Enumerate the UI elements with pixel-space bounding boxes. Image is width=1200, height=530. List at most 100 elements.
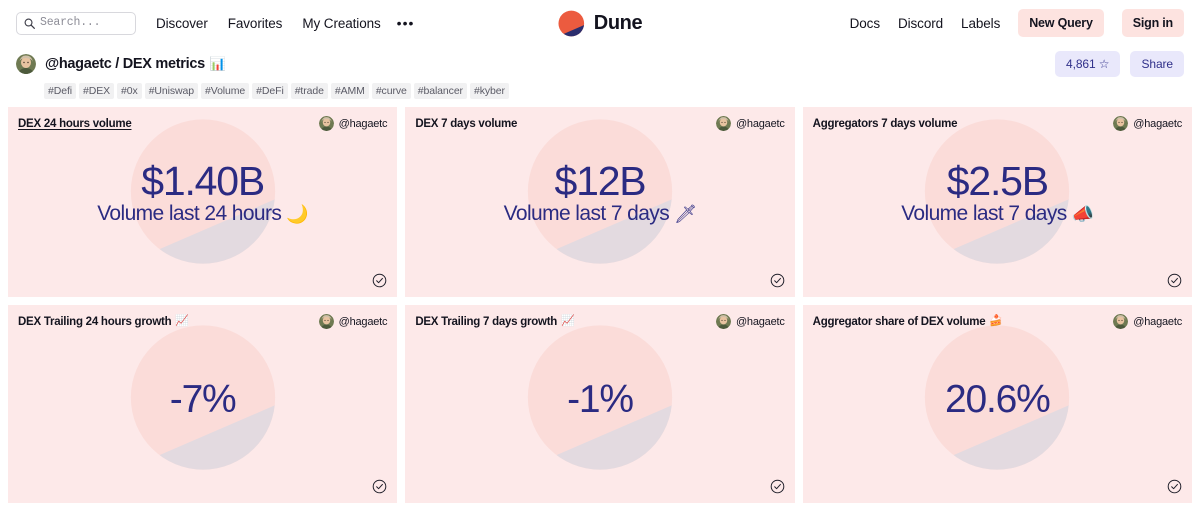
card-header: Aggregators 7 days volume @hagaetc	[803, 107, 1192, 131]
dashboard-actions: 4,861 ☆ Share	[1055, 50, 1184, 77]
check-circle-icon[interactable]	[1167, 479, 1182, 494]
counter-value: $12B	[554, 157, 647, 204]
card-author-name: @hagaetc	[1133, 117, 1182, 130]
brand-logo-link[interactable]: Dune	[558, 10, 643, 37]
new-query-button[interactable]: New Query	[1018, 9, 1104, 37]
counter-value: $2.5B	[946, 157, 1049, 204]
counter-label: Volume last 7 days 📣	[901, 201, 1094, 226]
card-title[interactable]: Aggregators 7 days volume	[813, 118, 962, 130]
metric-card[interactable]: DEX 24 hours volume @hagaetc $1.40B Volu…	[8, 107, 398, 297]
tag-item[interactable]: #0x	[117, 83, 142, 99]
card-title-text: DEX 7 days volume	[415, 117, 518, 130]
brand-name: Dune	[593, 11, 643, 34]
tag-item[interactable]: #kyber	[469, 83, 509, 99]
tag-item[interactable]: #DEX	[79, 83, 115, 99]
card-author[interactable]: @hagaetc	[1113, 314, 1182, 329]
star-count-button[interactable]: 4,861 ☆	[1055, 50, 1121, 77]
tag-item[interactable]: #DeFi	[252, 83, 288, 99]
check-circle-icon[interactable]	[770, 273, 785, 288]
metric-card[interactable]: DEX Trailing 24 hours growth 📈 @hagaetc …	[8, 305, 398, 503]
page-title-text: @hagaetc / DEX metrics	[45, 55, 205, 72]
tag-item[interactable]: #curve	[371, 83, 411, 99]
card-author-name: @hagaetc	[338, 117, 388, 130]
avatar[interactable]	[16, 53, 36, 74]
counter-label-emoji-icon: 🌙	[286, 204, 309, 225]
card-title-emoji-icon: 📈	[175, 315, 189, 327]
nav-link-discord[interactable]: Discord	[898, 16, 943, 31]
search-placeholder: Search...	[40, 16, 101, 30]
sign-in-button[interactable]: Sign in	[1121, 9, 1184, 37]
counter-label-text: Volume last 7 days	[901, 201, 1067, 225]
counter-value: -7%	[169, 377, 237, 421]
nav-link-labels[interactable]: Labels	[961, 16, 1000, 31]
nav-more-icon[interactable]: •••	[397, 15, 415, 31]
tag-list: #Defi #DEX #0x #Uniswap #Volume #DeFi #t…	[0, 78, 1200, 100]
counter-value: 20.6%	[945, 377, 1051, 421]
dune-watermark-icon	[129, 324, 277, 477]
share-button[interactable]: Share	[1130, 50, 1184, 77]
card-title-text: Aggregators 7 days volume	[812, 117, 958, 130]
nav-link-my-creations[interactable]: My Creations	[302, 16, 380, 31]
card-header: Aggregator share of DEX volume 🍰 @hagaet…	[803, 305, 1192, 329]
nav-link-discover[interactable]: Discover	[156, 16, 208, 31]
card-title[interactable]: Aggregator share of DEX volume 🍰	[813, 316, 1003, 328]
counter-label: Volume last 24 hours 🌙	[97, 201, 309, 226]
dune-logo-icon	[558, 10, 585, 37]
metric-card[interactable]: Aggregators 7 days volume @hagaetc $2.5B…	[802, 107, 1192, 297]
check-circle-icon[interactable]	[770, 479, 785, 494]
card-header: DEX Trailing 24 hours growth 📈 @hagaetc	[8, 305, 397, 329]
dune-watermark-icon	[129, 118, 277, 271]
nav-link-docs[interactable]: Docs	[850, 16, 880, 31]
dashboard-header: @hagaetc / DEX metrics 📊 4,861 ☆ Share	[0, 46, 1200, 78]
card-counter: $1.40B Volume last 24 hours 🌙	[8, 107, 397, 297]
avatar	[715, 314, 731, 329]
card-title[interactable]: DEX 7 days volume	[415, 118, 521, 130]
tag-item[interactable]: #Uniswap	[144, 83, 198, 99]
tag-item[interactable]: #AMM	[330, 83, 369, 99]
counter-label-text: Volume last 24 hours	[97, 201, 282, 225]
card-title-text: DEX Trailing 7 days growth	[415, 315, 558, 328]
counter-label-emoji-icon: 📣	[1071, 204, 1094, 225]
card-title-text: Aggregator share of DEX volume	[812, 315, 986, 328]
metric-card[interactable]: DEX Trailing 7 days growth 📈 @hagaetc -1…	[405, 305, 795, 503]
check-circle-icon[interactable]	[1167, 273, 1182, 288]
card-author[interactable]: @hagaetc	[318, 116, 388, 131]
card-title-text: DEX 24 hours volume	[18, 117, 132, 130]
card-title[interactable]: DEX 24 hours volume	[18, 118, 135, 130]
avatar	[318, 116, 334, 131]
card-author-name: @hagaetc	[338, 315, 388, 328]
metric-card[interactable]: DEX 7 days volume @hagaetc $12B Volume l…	[405, 107, 795, 297]
card-title-text: DEX Trailing 24 hours growth	[18, 315, 172, 328]
avatar	[1113, 116, 1129, 131]
tag-item[interactable]: #trade	[290, 83, 328, 99]
search-icon	[24, 18, 35, 29]
card-header: DEX 7 days volume @hagaetc	[405, 107, 794, 131]
dune-watermark-icon	[923, 324, 1071, 477]
card-author-name: @hagaetc	[735, 117, 785, 130]
card-author[interactable]: @hagaetc	[318, 314, 388, 329]
nav-right-group: Docs Discord Labels New Query Sign in	[850, 9, 1184, 37]
card-title[interactable]: DEX Trailing 24 hours growth 📈	[18, 316, 189, 328]
card-counter: -1%	[405, 305, 794, 503]
metric-card[interactable]: Aggregator share of DEX volume 🍰 @hagaet…	[802, 305, 1192, 503]
counter-value: -1%	[567, 377, 634, 421]
card-author-name: @hagaetc	[735, 315, 785, 328]
card-title-emoji-icon: 📈	[561, 315, 575, 327]
card-header: DEX 24 hours volume @hagaetc	[8, 107, 397, 131]
counter-label-text: Volume last 7 days	[503, 201, 670, 225]
card-author[interactable]: @hagaetc	[715, 116, 785, 131]
check-circle-icon[interactable]	[372, 479, 387, 494]
tag-item[interactable]: #balancer	[413, 83, 467, 99]
search-input[interactable]: Search...	[16, 11, 136, 35]
card-title[interactable]: DEX Trailing 7 days growth 📈	[415, 316, 574, 328]
nav-link-favorites[interactable]: Favorites	[228, 16, 283, 31]
card-author[interactable]: @hagaetc	[1113, 116, 1182, 131]
tag-item[interactable]: #Volume	[201, 83, 250, 99]
tag-item[interactable]: #Defi	[44, 83, 77, 99]
card-counter: 20.6%	[803, 305, 1192, 503]
card-header: DEX Trailing 7 days growth 📈 @hagaetc	[405, 305, 794, 329]
dune-watermark-icon	[526, 324, 674, 477]
counter-label: Volume last 7 days 🗡	[504, 202, 697, 226]
card-author[interactable]: @hagaetc	[715, 314, 785, 329]
check-circle-icon[interactable]	[372, 273, 387, 288]
